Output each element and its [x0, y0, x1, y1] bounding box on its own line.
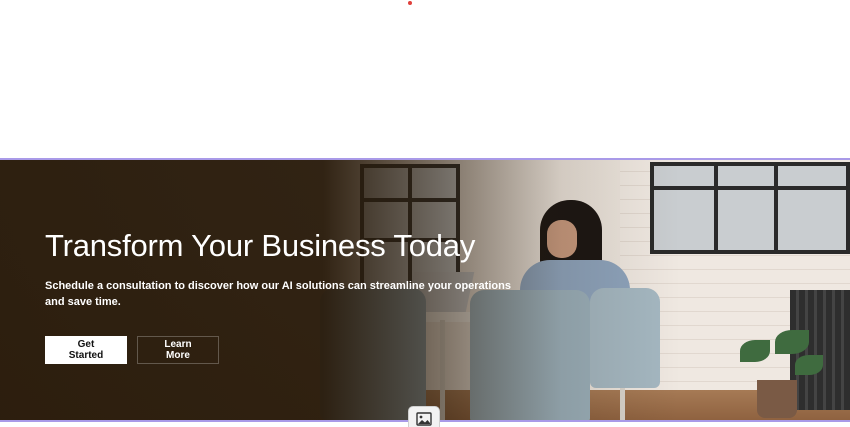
indicator-dot [408, 1, 412, 5]
get-started-button[interactable]: Get Started [45, 336, 127, 364]
hero-buttons: Get Started Learn More [45, 336, 515, 364]
learn-more-button[interactable]: Learn More [137, 336, 219, 364]
hero-subtitle: Schedule a consultation to discover how … [45, 280, 511, 308]
hero-title: Transform Your Business Today [45, 228, 476, 263]
image-icon[interactable] [408, 406, 440, 427]
hero-content: Transform Your Business Today Schedule a… [45, 228, 515, 364]
hero-section: Transform Your Business Today Schedule a… [0, 158, 850, 422]
image-icon-glyph [416, 412, 432, 426]
